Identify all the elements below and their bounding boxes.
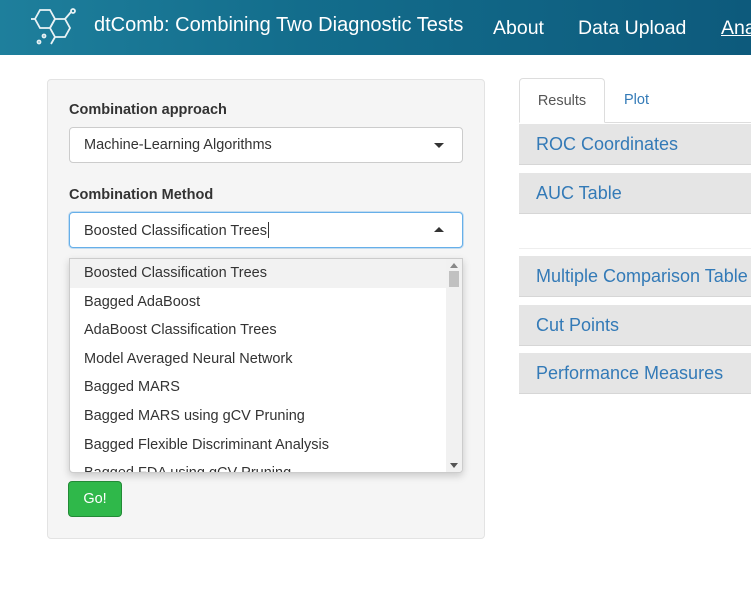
method-label: Combination Method: [69, 187, 214, 203]
tab-results[interactable]: Results: [519, 78, 605, 123]
nav-about[interactable]: About: [493, 17, 544, 40]
panel-performance-measures[interactable]: Performance Measures: [519, 353, 751, 394]
go-button[interactable]: Go!: [68, 481, 122, 517]
nav-data-upload[interactable]: Data Upload: [578, 17, 686, 40]
scroll-up-arrow-icon[interactable]: [450, 263, 458, 268]
panel-cut-points[interactable]: Cut Points: [519, 305, 751, 346]
method-select[interactable]: Boosted Classification Trees: [69, 212, 463, 248]
method-option[interactable]: Boosted Classification Trees: [70, 259, 446, 288]
sidebar-panel: Combination approach Machine-Learning Al…: [47, 79, 485, 539]
panel-multiple-comparison[interactable]: Multiple Comparison Table: [519, 256, 751, 297]
method-option[interactable]: Bagged FDA using gCV Pruning: [70, 459, 446, 472]
molecule-logo-icon: [31, 8, 76, 45]
nav-analysis[interactable]: Analysis: [721, 17, 751, 40]
method-option[interactable]: Bagged AdaBoost: [70, 288, 446, 317]
approach-label: Combination approach: [69, 102, 227, 118]
results-tabs: Results Plot: [519, 78, 751, 123]
approach-select-value: Machine-Learning Algorithms: [84, 137, 272, 153]
method-option[interactable]: Model Averaged Neural Network: [70, 345, 446, 374]
navbar: dtComb: Combining Two Diagnostic Tests A…: [0, 0, 751, 55]
approach-select[interactable]: Machine-Learning Algorithms: [69, 127, 463, 163]
chevron-up-icon: [434, 227, 444, 232]
chevron-down-icon: [434, 143, 444, 148]
method-select-value: Boosted Classification Trees: [84, 223, 267, 239]
text-cursor: [267, 222, 269, 238]
method-option[interactable]: AdaBoost Classification Trees: [70, 316, 446, 345]
method-option[interactable]: Bagged MARS using gCV Pruning: [70, 402, 446, 431]
tab-plot[interactable]: Plot: [624, 78, 649, 123]
panel-auc-table[interactable]: AUC Table: [519, 173, 751, 214]
method-option[interactable]: Bagged MARS: [70, 373, 446, 402]
panel-roc-coordinates[interactable]: ROC Coordinates: [519, 124, 751, 165]
dropdown-scrollbar[interactable]: [446, 259, 462, 472]
scrollbar-thumb[interactable]: [449, 271, 459, 287]
scroll-down-arrow-icon[interactable]: [450, 463, 458, 468]
method-option[interactable]: Bagged Flexible Discriminant Analysis: [70, 431, 446, 460]
panel-spacer: [519, 215, 751, 249]
app-title[interactable]: dtComb: Combining Two Diagnostic Tests: [94, 14, 463, 37]
method-dropdown[interactable]: Boosted Classification Trees Bagged AdaB…: [69, 258, 463, 473]
